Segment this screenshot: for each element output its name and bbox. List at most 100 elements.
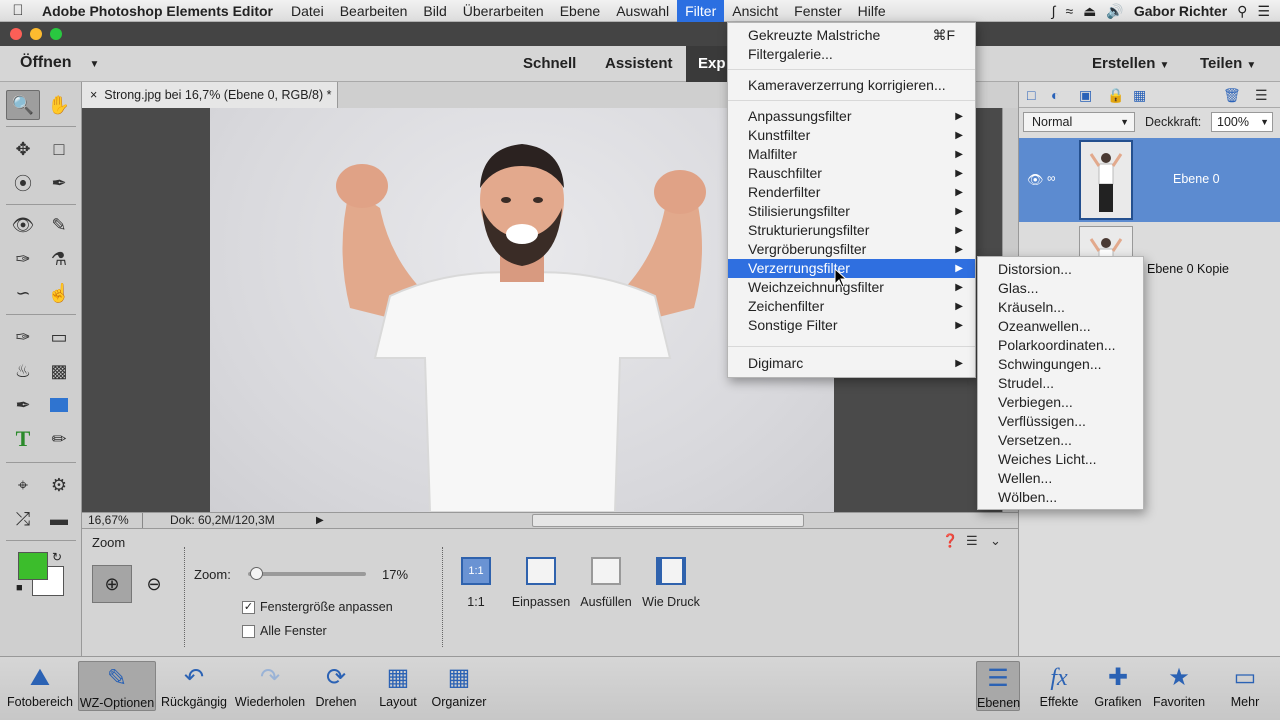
menu-ansicht[interactable]: Ansicht	[724, 0, 786, 22]
user-name[interactable]: Gabor Richter	[1134, 3, 1227, 19]
document-tab[interactable]: × Strong.jpg bei 16,7% (Ebene 0, RGB/8) …	[82, 82, 338, 108]
zoom-slider[interactable]	[248, 567, 366, 580]
menu-item-last-filter[interactable]: Gekreuzte Malstriche ⌘F	[728, 26, 975, 45]
menu-item-filter-gallery[interactable]: Filtergalerie...	[728, 45, 975, 64]
spotlight-search-icon[interactable]: ⚲	[1237, 3, 1247, 20]
lasso-tool-icon[interactable]: ⦿	[6, 168, 40, 198]
tool-options-button[interactable]: ✎ WZ-Optionen	[78, 661, 156, 711]
straighten-tool-icon[interactable]: ▬	[42, 504, 76, 534]
menu-item-stilisierungsfilter[interactable]: Stilisierungsfilter ▶	[728, 202, 975, 221]
menu-item-vergröberungsfilter[interactable]: Vergröberungsfilter ▶	[728, 240, 975, 259]
menu-item-renderfilter[interactable]: Renderfilter ▶	[728, 183, 975, 202]
default-colors-icon[interactable]: ■	[16, 582, 23, 594]
rotate-button[interactable]: ⟳ Drehen	[310, 661, 362, 709]
pencil-tool-icon[interactable]: ✏	[42, 424, 76, 454]
volume-icon[interactable]: 🔊	[1106, 3, 1123, 20]
new-layer-icon[interactable]: □	[1027, 87, 1035, 103]
menu-ebene[interactable]: Ebene	[552, 0, 608, 22]
panel-menu-icon[interactable]: ☰	[1255, 87, 1268, 104]
menu-ueberarbeiten[interactable]: Überarbeiten	[455, 0, 552, 22]
menu-item-anpassungsfilter[interactable]: Anpassungsfilter ▶	[728, 107, 975, 126]
menu-bearbeiten[interactable]: Bearbeiten	[332, 0, 416, 22]
menu-item-strukturierungsfilter[interactable]: Strukturierungsfilter ▶	[728, 221, 975, 240]
zoom-slider-knob[interactable]	[249, 567, 263, 580]
menu-bild[interactable]: Bild	[415, 0, 454, 22]
submenu-item[interactable]: Wölben...	[978, 488, 1143, 507]
close-document-icon[interactable]: ×	[90, 88, 97, 102]
submenu-item[interactable]: Distorsion...	[978, 260, 1143, 279]
favorites-button[interactable]: ★ Favoriten	[1150, 661, 1208, 709]
content-aware-move-icon[interactable]: ⤮	[6, 504, 40, 534]
menu-item-digimarc[interactable]: Digimarc ▶	[728, 354, 975, 373]
menu-item-rauschfilter[interactable]: Rauschfilter ▶	[728, 164, 975, 183]
submenu-item[interactable]: Polarkoordinaten...	[978, 336, 1143, 355]
quick-selection-icon[interactable]: ✒	[42, 168, 76, 198]
fit-window-checkbox[interactable]: ✓	[242, 601, 255, 614]
create-button[interactable]: Erstellen ▼	[1092, 46, 1169, 82]
photo-bin-button[interactable]: ⛰ Fotobereich	[4, 661, 76, 709]
menu-auswahl[interactable]: Auswahl	[608, 0, 677, 22]
lock-all-icon[interactable]: 🔒	[1107, 87, 1124, 104]
organizer-button[interactable]: ▦ Organizer	[428, 661, 490, 709]
layer-row-ebene-0[interactable]: 👁 ∞ Ebene 0	[1019, 138, 1280, 222]
layout-button[interactable]: ▦ Layout	[372, 661, 424, 709]
tab-schnell[interactable]: Schnell	[523, 46, 576, 82]
menu-item-kunstfilter[interactable]: Kunstfilter ▶	[728, 126, 975, 145]
close-window-icon[interactable]	[10, 28, 22, 40]
zoom-window-icon[interactable]	[50, 28, 62, 40]
smudge-icon[interactable]: ☝	[42, 278, 76, 308]
print-size-button[interactable]	[656, 557, 686, 585]
menu-item-zeichenfilter[interactable]: Zeichenfilter ▶	[728, 297, 975, 316]
submenu-item[interactable]: Schwingungen...	[978, 355, 1143, 374]
crop-tool-icon[interactable]: ⌖	[6, 470, 40, 500]
help-icon[interactable]: ❓	[942, 533, 958, 549]
effects-button[interactable]: fx Effekte	[1034, 661, 1084, 709]
open-button[interactable]: Öffnen ▼	[20, 54, 99, 72]
menu-item-malfilter[interactable]: Malfilter ▶	[728, 145, 975, 164]
fill-screen-button[interactable]	[591, 557, 621, 585]
all-windows-checkbox[interactable]	[242, 625, 255, 638]
zoom-in-button[interactable]: ⊕	[92, 565, 132, 603]
undo-button[interactable]: ↶ Rückgängig	[158, 661, 230, 709]
layer-mask-icon[interactable]: ▣	[1079, 87, 1092, 104]
lock-transparency-icon[interactable]: ▦	[1133, 87, 1146, 104]
menu-hilfe[interactable]: Hilfe	[850, 0, 894, 22]
submenu-item[interactable]: Wellen...	[978, 469, 1143, 488]
eye-visibility-icon[interactable]: 👁	[1027, 172, 1044, 188]
bluetooth-icon[interactable]: ∫	[1052, 3, 1056, 19]
type-tool-icon[interactable]: T	[6, 424, 40, 454]
submenu-item[interactable]: Kräuseln...	[978, 298, 1143, 317]
zoom-tool-icon[interactable]: 🔍	[6, 90, 40, 120]
menu-item-verzerrungsfilter[interactable]: Verzerrungsfilter ▶	[728, 259, 975, 278]
view-1-1-button[interactable]: 1:1	[461, 557, 491, 585]
hand-tool-icon[interactable]: ✋	[42, 90, 76, 120]
zoom-readout[interactable]: 16,67%	[88, 513, 129, 528]
graphics-button[interactable]: ✚ Grafiken	[1092, 661, 1144, 709]
menu-item-lens-correction[interactable]: Kameraverzerrung korrigieren...	[728, 76, 975, 95]
fit-screen-button[interactable]	[526, 557, 556, 585]
tab-experte[interactable]: Exp	[686, 46, 728, 82]
opacity-input[interactable]: 100% ▼	[1211, 112, 1273, 132]
menu-fenster[interactable]: Fenster	[786, 0, 849, 22]
options-menu-icon[interactable]: ☰	[966, 533, 978, 549]
gradient-tool-icon[interactable]: ▩	[42, 356, 76, 386]
submenu-item[interactable]: Verbiegen...	[978, 393, 1143, 412]
redo-button[interactable]: ↷ Wiederholen	[232, 661, 308, 709]
trash-icon[interactable]: 🗑	[1223, 87, 1241, 104]
submenu-item[interactable]: Versetzen...	[978, 431, 1143, 450]
shape-tool-icon[interactable]	[42, 390, 76, 420]
smart-brush-icon[interactable]: ✑	[6, 244, 40, 274]
link-icon[interactable]: ∞	[1047, 171, 1056, 185]
eraser-tool-icon[interactable]: ▭	[42, 322, 76, 352]
menu-item-sonstige filter[interactable]: Sonstige Filter ▶	[728, 316, 975, 335]
swap-colors-icon[interactable]: ↻	[52, 550, 62, 564]
red-eye-icon[interactable]: 👁	[6, 210, 40, 240]
sponge-icon[interactable]: ∽	[6, 278, 40, 308]
tab-assistent[interactable]: Assistent	[605, 46, 673, 82]
brush-tool-icon[interactable]: ✑	[6, 322, 40, 352]
collapse-chevron-icon[interactable]: ⌄	[990, 533, 1001, 549]
submenu-item[interactable]: Weiches Licht...	[978, 450, 1143, 469]
minimize-window-icon[interactable]	[30, 28, 42, 40]
horizontal-scrollbar[interactable]	[532, 514, 804, 527]
zoom-out-button[interactable]: ⊖	[134, 565, 174, 603]
